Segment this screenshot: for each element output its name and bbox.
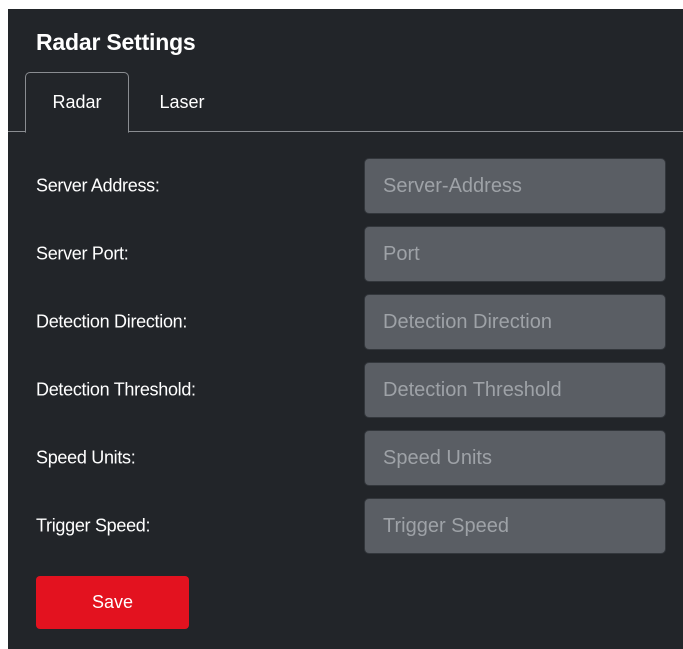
server-address-input[interactable] xyxy=(364,158,666,214)
tab-laser-label: Laser xyxy=(159,91,205,112)
save-button[interactable]: Save xyxy=(36,576,189,629)
detection-direction-row: Detection Direction: xyxy=(8,294,683,350)
detection-direction-label: Detection Direction: xyxy=(36,311,188,332)
server-port-row: Server Port: xyxy=(8,226,683,282)
trigger-speed-input[interactable] xyxy=(364,498,666,554)
server-address-label: Server Address: xyxy=(36,175,160,196)
server-address-row: Server Address: xyxy=(8,158,683,214)
detection-threshold-row: Detection Threshold: xyxy=(8,362,683,418)
trigger-speed-label: Trigger Speed: xyxy=(36,515,151,536)
panel-title: Radar Settings xyxy=(36,29,196,55)
speed-units-input[interactable] xyxy=(364,430,666,486)
radar-settings-panel: Radar Settings Radar Laser Server Addres… xyxy=(8,9,683,649)
detection-threshold-label: Detection Threshold: xyxy=(36,379,196,400)
server-port-input[interactable] xyxy=(364,226,666,282)
speed-units-row: Speed Units: xyxy=(8,430,683,486)
detection-direction-input[interactable] xyxy=(364,294,666,350)
detection-threshold-input[interactable] xyxy=(364,362,666,418)
tab-bar: Radar Laser xyxy=(8,72,683,133)
speed-units-label: Speed Units: xyxy=(36,447,136,468)
trigger-speed-row: Trigger Speed: xyxy=(8,498,683,554)
tab-radar-label: Radar xyxy=(52,92,102,112)
tab-radar[interactable]: Radar xyxy=(25,72,129,133)
tab-laser[interactable]: Laser xyxy=(129,72,235,132)
server-port-label: Server Port: xyxy=(36,243,129,264)
